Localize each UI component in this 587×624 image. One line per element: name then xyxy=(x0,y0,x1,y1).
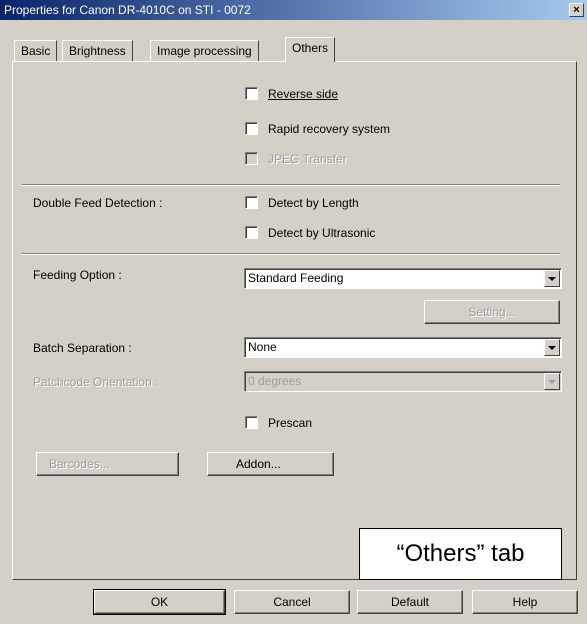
tab-basic[interactable]: Basic xyxy=(14,40,58,62)
help-button[interactable]: Help xyxy=(472,590,578,614)
batch-separation-select[interactable]: None xyxy=(244,337,562,358)
batch-separation-label: Batch Separation : xyxy=(33,341,132,355)
cancel-button[interactable]: Cancel xyxy=(234,590,350,614)
tab-image-processing[interactable]: Image processing xyxy=(150,40,259,62)
close-icon: × xyxy=(573,4,580,16)
annotation-callout: “Others” tab xyxy=(359,528,562,580)
tab-brightness-label: Brightness xyxy=(69,44,126,58)
detect-by-length-label: Detect by Length xyxy=(268,196,359,210)
double-feed-label: Double Feed Detection : xyxy=(33,196,163,210)
chevron-down-icon[interactable] xyxy=(544,270,560,287)
addon-button[interactable]: Addon... xyxy=(207,452,334,476)
setting-button[interactable]: Setting... xyxy=(424,300,560,324)
batch-separation-value: None xyxy=(248,340,277,354)
separator xyxy=(22,184,560,186)
jpeg-transfer-label: JPEG Transfer xyxy=(268,152,347,166)
tab-others-label: Others xyxy=(292,41,329,55)
rapid-recovery-checkbox[interactable] xyxy=(245,122,258,135)
close-button[interactable]: × xyxy=(569,3,584,17)
ok-button[interactable]: OK xyxy=(93,589,226,615)
patchcode-orientation-value: 0 degrees xyxy=(248,374,302,388)
feeding-option-value: Standard Feeding xyxy=(248,271,344,285)
detect-by-ultrasonic-label: Detect by Ultrasonic xyxy=(268,226,376,240)
feeding-option-select[interactable]: Standard Feeding xyxy=(244,268,562,289)
tab-basic-label: Basic xyxy=(21,44,51,58)
reverse-side-checkbox[interactable] xyxy=(245,87,258,100)
feeding-option-label: Feeding Option : xyxy=(33,268,122,282)
detect-by-ultrasonic-checkbox[interactable] xyxy=(245,226,258,239)
title-bar: Properties for Canon DR-4010C on STI - 0… xyxy=(0,0,587,20)
prescan-checkbox[interactable] xyxy=(245,416,258,429)
patchcode-orientation-label: Patchcode Orientation : xyxy=(33,375,159,389)
tab-image-processing-label: Image processing xyxy=(157,44,252,58)
jpeg-transfer-checkbox[interactable] xyxy=(245,152,258,165)
rapid-recovery-label: Rapid recovery system xyxy=(268,122,391,136)
chevron-down-icon[interactable] xyxy=(544,373,560,390)
separator xyxy=(22,253,560,255)
detect-by-length-checkbox[interactable] xyxy=(245,196,258,209)
patchcode-orientation-select[interactable]: 0 degrees xyxy=(244,371,562,392)
barcodes-button[interactable]: Barcodes... xyxy=(36,452,179,476)
chevron-down-icon[interactable] xyxy=(544,339,560,356)
prescan-label: Prescan xyxy=(268,416,313,430)
window-title: Properties for Canon DR-4010C on STI - 0… xyxy=(4,3,251,17)
reverse-side-label: Reverse side xyxy=(268,87,339,101)
tab-brightness[interactable]: Brightness xyxy=(62,40,133,62)
default-button[interactable]: Default xyxy=(357,590,463,614)
tab-others[interactable]: Others xyxy=(285,37,336,62)
